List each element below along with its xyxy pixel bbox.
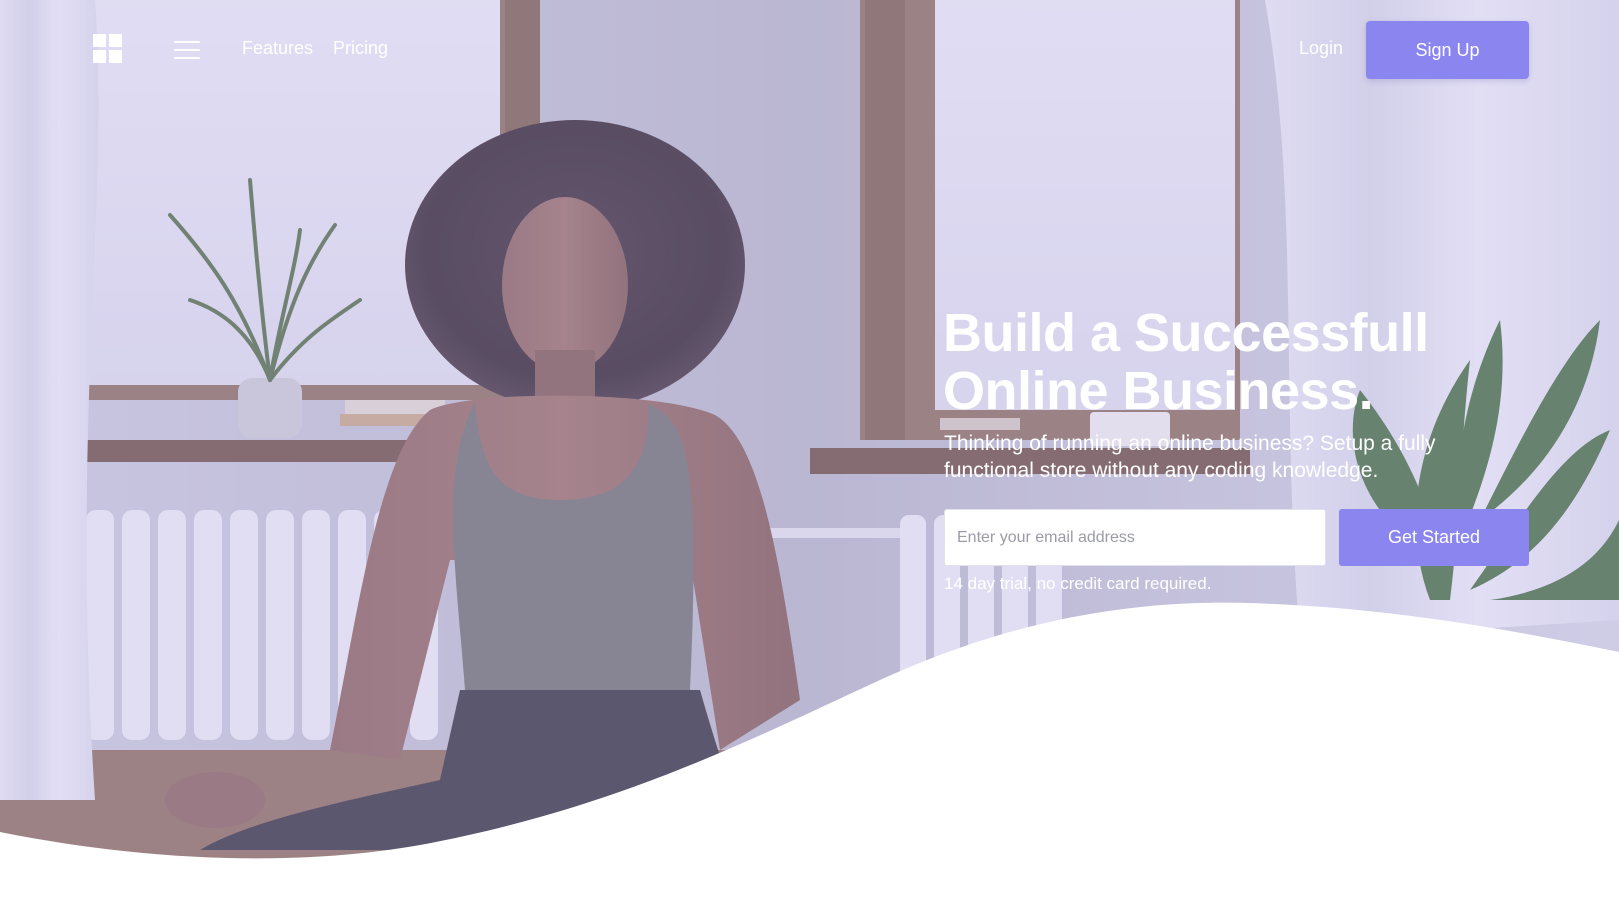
hero-headline-line-1: Build a Successfull <box>943 303 1429 363</box>
hero-headline: Build a Successfull Online Business. <box>943 304 1583 420</box>
signup-button[interactable]: Sign Up <box>1366 21 1529 79</box>
hamburger-menu-icon[interactable] <box>174 40 200 60</box>
hero-headline-line-2: Online Business. <box>943 361 1374 421</box>
top-navigation: Features Pricing Login Sign Up <box>0 0 1619 100</box>
email-input[interactable] <box>944 509 1326 566</box>
nav-link-features[interactable]: Features <box>242 38 313 59</box>
get-started-button[interactable]: Get Started <box>1339 509 1529 566</box>
windows-grid-logo-icon[interactable] <box>93 34 122 63</box>
nav-link-pricing[interactable]: Pricing <box>333 38 388 59</box>
hero-subtitle: Thinking of running an online business? … <box>944 432 1436 482</box>
hero-section: Features Pricing Login Sign Up Build a S… <box>0 0 1619 903</box>
trial-note: 14 day trial, no credit card required. <box>944 574 1212 593</box>
login-link[interactable]: Login <box>1299 38 1343 59</box>
